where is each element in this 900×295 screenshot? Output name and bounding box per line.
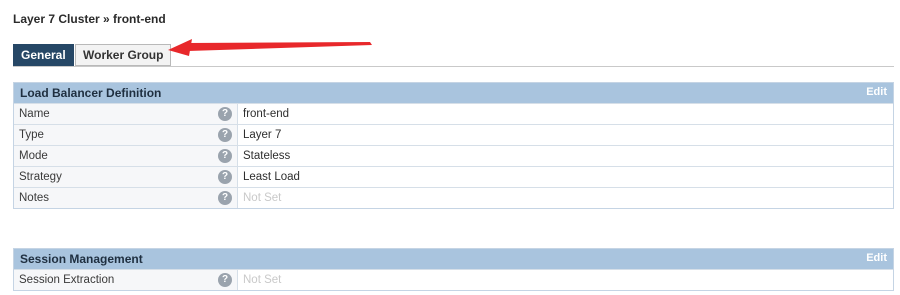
property-value: Not Set — [243, 274, 282, 286]
session-management-section: Session Management Edit Session Extracti… — [13, 248, 894, 291]
section-header: Load Balancer Definition Edit — [14, 83, 893, 103]
section-title: Session Management — [20, 252, 143, 266]
help-icon[interactable]: ? — [218, 191, 232, 205]
property-row-notes: Notes ? Not Set — [14, 187, 893, 208]
property-value: Not Set — [243, 192, 282, 204]
property-row-strategy: Strategy ? Least Load — [14, 166, 893, 187]
property-value: front-end — [243, 108, 290, 120]
tab-general[interactable]: General — [13, 44, 74, 66]
tab-worker-group[interactable]: Worker Group — [75, 44, 172, 66]
property-row-session-extraction: Session Extraction ? Not Set — [14, 269, 893, 290]
property-label: Type — [14, 125, 218, 145]
property-value: Layer 7 — [243, 129, 282, 141]
breadcrumb: Layer 7 Cluster » front-end — [13, 12, 166, 26]
help-icon[interactable]: ? — [218, 107, 232, 121]
section-title: Load Balancer Definition — [20, 86, 162, 100]
load-balancer-definition-section: Load Balancer Definition Edit Name ? fro… — [13, 82, 894, 209]
help-icon[interactable]: ? — [218, 273, 232, 287]
property-label: Name — [14, 104, 218, 124]
property-value: Least Load — [243, 171, 300, 183]
edit-button[interactable]: Edit — [866, 86, 887, 98]
property-label: Session Extraction — [14, 270, 218, 290]
edit-button[interactable]: Edit — [866, 252, 887, 264]
property-label: Notes — [14, 188, 218, 208]
property-row-type: Type ? Layer 7 — [14, 124, 893, 145]
help-icon[interactable]: ? — [218, 149, 232, 163]
tab-bar: General Worker Group — [13, 44, 894, 67]
property-label: Strategy — [14, 167, 218, 187]
help-icon[interactable]: ? — [218, 128, 232, 142]
property-value: Stateless — [243, 150, 291, 162]
section-header: Session Management Edit — [14, 249, 893, 269]
property-label: Mode — [14, 146, 218, 166]
property-row-name: Name ? front-end — [14, 103, 893, 124]
help-icon[interactable]: ? — [218, 170, 232, 184]
property-row-mode: Mode ? Stateless — [14, 145, 893, 166]
